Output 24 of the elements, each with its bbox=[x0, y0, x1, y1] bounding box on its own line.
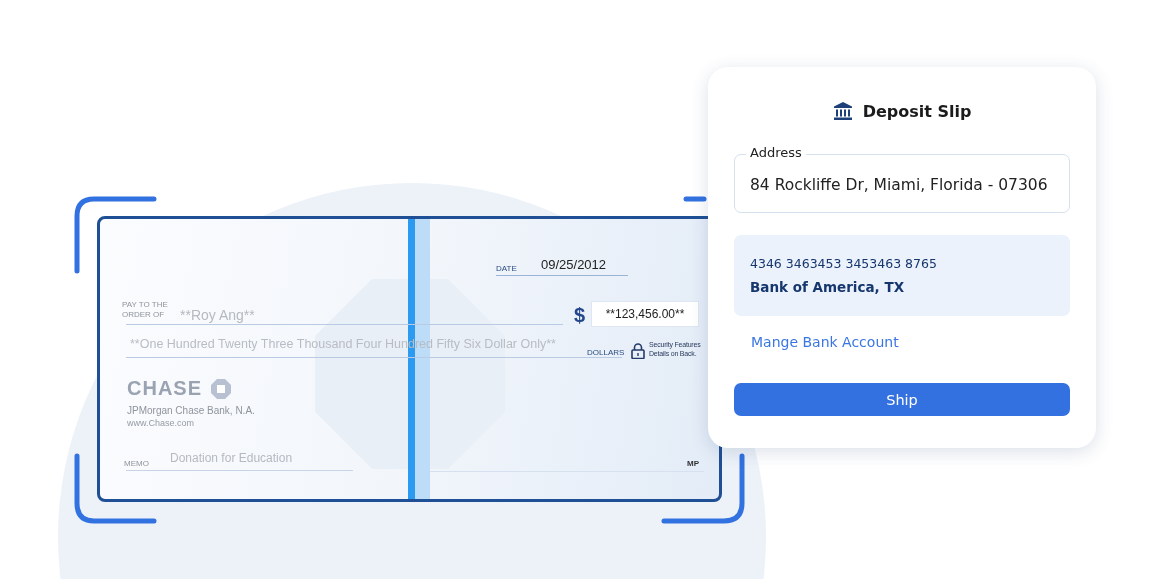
padlock-icon bbox=[631, 343, 645, 359]
card-title: Deposit Slip bbox=[862, 101, 972, 121]
bank-website: www.Chase.com bbox=[127, 418, 195, 428]
address-field[interactable]: Address 84 Rockliffe Dr, Miami, Florida - 07306 bbox=[734, 145, 1070, 213]
account-number: 4346 3463453 3453463 8765 bbox=[750, 256, 938, 271]
payee-text: **Roy Ang** bbox=[180, 307, 255, 323]
signature-text: MP bbox=[687, 459, 699, 468]
currency-symbol: $ bbox=[574, 304, 586, 327]
octagon-logo-icon bbox=[210, 378, 232, 400]
dollars-label: DOLLARS bbox=[587, 348, 625, 357]
bank-name: Bank of America, TX bbox=[750, 279, 906, 295]
date-text: 09/25/2012 bbox=[541, 257, 607, 272]
manage-account-link[interactable]: Mange Bank Account bbox=[751, 334, 899, 350]
payee-label: PAY TO THE bbox=[122, 300, 168, 309]
amount-box: **123,456.00** bbox=[591, 301, 699, 327]
date-label: DATE bbox=[496, 264, 517, 273]
memo-label: MEMO bbox=[124, 459, 149, 468]
bank-icon bbox=[832, 101, 853, 121]
address-label: Address bbox=[746, 145, 806, 160]
payee-label: ORDER OF bbox=[122, 310, 165, 319]
memo-text: Donation for Education bbox=[170, 451, 293, 465]
bank-name: JPMorgan Chase Bank, N.A. bbox=[127, 405, 255, 416]
ship-button[interactable]: Ship bbox=[734, 383, 1070, 416]
bank-logo-text: CHASE bbox=[127, 377, 202, 400]
